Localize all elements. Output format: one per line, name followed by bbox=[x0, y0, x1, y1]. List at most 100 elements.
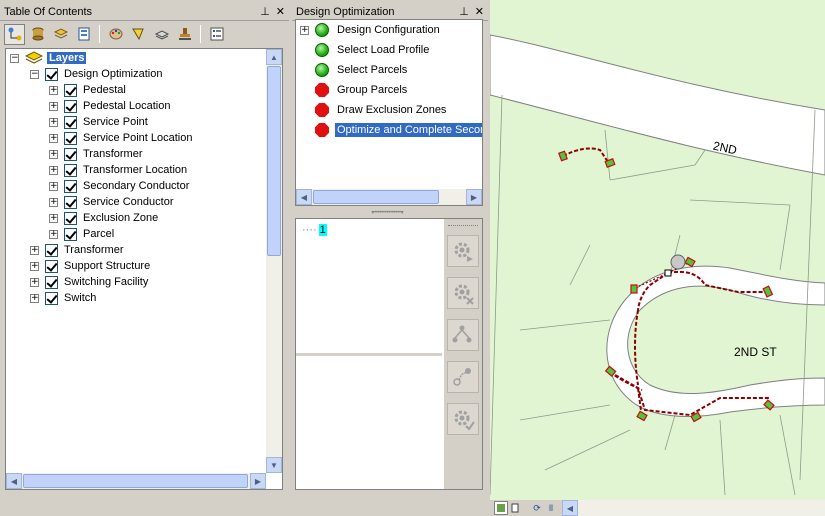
tree-node-group[interactable]: − Design Optimization bbox=[30, 66, 162, 82]
layout-view-button[interactable] bbox=[508, 501, 522, 515]
step-group-parcels[interactable]: Group Parcels bbox=[315, 81, 482, 99]
tree-node-layer[interactable]: + Service Point bbox=[49, 114, 148, 130]
tree-node-layer[interactable]: + Pedestal bbox=[49, 82, 126, 98]
scroll-thumb[interactable] bbox=[313, 190, 439, 204]
visibility-checkbox[interactable] bbox=[45, 243, 58, 257]
visibility-checkbox[interactable] bbox=[64, 163, 77, 177]
visibility-checkbox[interactable] bbox=[64, 195, 77, 209]
expand-toggle[interactable]: + bbox=[49, 229, 58, 239]
visibility-checkbox[interactable] bbox=[45, 291, 58, 305]
tree-node-layer[interactable]: + Exclusion Zone bbox=[49, 210, 158, 226]
step-optimize-and-complete-secondary[interactable]: Optimize and Complete Secondary bbox=[315, 121, 482, 139]
list-by-selection-button[interactable] bbox=[73, 24, 94, 45]
visibility-checkbox[interactable] bbox=[64, 115, 77, 129]
refresh-button[interactable]: ⟳ bbox=[530, 501, 544, 515]
data-view-button[interactable] bbox=[494, 501, 508, 515]
tree-node-layer[interactable]: + Transformer bbox=[30, 242, 124, 258]
visibility-checkbox[interactable] bbox=[64, 227, 77, 241]
tree-node-layer[interactable]: + Switch bbox=[30, 290, 96, 306]
tree-node-layer[interactable]: + Service Point Location bbox=[49, 130, 192, 146]
visibility-checkbox[interactable] bbox=[64, 211, 77, 225]
scroll-right-button[interactable]: ▶ bbox=[466, 189, 482, 205]
expand-toggle[interactable]: + bbox=[300, 25, 309, 35]
close-icon[interactable]: ✕ bbox=[276, 3, 285, 21]
step-label: Group Parcels bbox=[337, 84, 408, 96]
layer-properties-button[interactable] bbox=[151, 24, 172, 45]
list-by-source-button[interactable] bbox=[27, 24, 48, 45]
pause-drawing-button[interactable]: ll bbox=[544, 501, 558, 515]
list-by-visibility-button[interactable] bbox=[50, 24, 71, 45]
expand-toggle[interactable]: + bbox=[49, 213, 58, 223]
expand-toggle[interactable]: + bbox=[30, 293, 39, 303]
visibility-checkbox[interactable] bbox=[45, 67, 58, 81]
pane-divider[interactable] bbox=[296, 353, 442, 356]
tree-node-layer[interactable]: + Transformer bbox=[49, 146, 143, 162]
expand-toggle[interactable]: + bbox=[49, 101, 58, 111]
expand-toggle[interactable]: + bbox=[49, 133, 58, 143]
tree-node-layer[interactable]: + Transformer Location bbox=[49, 162, 187, 178]
scroll-thumb[interactable] bbox=[267, 66, 281, 256]
scroll-left-button[interactable]: ◀ bbox=[296, 189, 312, 205]
expand-toggle[interactable]: + bbox=[30, 245, 39, 255]
collapse-toggle[interactable]: − bbox=[10, 53, 19, 63]
selection-list-icon bbox=[78, 27, 89, 41]
scroll-thumb[interactable] bbox=[23, 474, 248, 488]
collapse-toggle[interactable]: − bbox=[30, 69, 39, 79]
scroll-right-button[interactable]: ▶ bbox=[250, 473, 266, 489]
result-node-label[interactable]: 1 bbox=[318, 224, 327, 236]
scroll-down-button[interactable]: ▼ bbox=[266, 457, 282, 473]
layers-root-label[interactable]: Layers bbox=[47, 52, 87, 64]
visibility-checkbox[interactable] bbox=[64, 83, 77, 97]
visibility-checkbox[interactable] bbox=[64, 179, 77, 193]
visibility-checkbox[interactable] bbox=[45, 275, 58, 289]
options-button[interactable] bbox=[206, 24, 227, 45]
scroll-up-button[interactable]: ▲ bbox=[266, 49, 282, 65]
symbology-button[interactable] bbox=[105, 24, 126, 45]
visibility-checkbox[interactable] bbox=[64, 131, 77, 145]
pin-icon[interactable]: ⊥ bbox=[260, 3, 270, 21]
cancel-optimization-button[interactable] bbox=[447, 277, 479, 309]
map-canvas[interactable]: 2ND 2ND ST bbox=[490, 0, 825, 500]
map-horizontal-scrollbar[interactable]: ◀ bbox=[562, 500, 825, 516]
network-layout-button[interactable] bbox=[447, 319, 479, 351]
stamp-button[interactable] bbox=[174, 24, 195, 45]
tree-node-layer[interactable]: + Support Structure bbox=[30, 258, 150, 274]
step-design-configuration[interactable]: + Design Configuration bbox=[300, 21, 482, 39]
toc-horizontal-scrollbar[interactable]: ◀ ▶ bbox=[6, 473, 266, 489]
transformer-symbol[interactable] bbox=[670, 254, 686, 270]
tree-node-layer[interactable]: + Secondary Conductor bbox=[49, 178, 189, 194]
map-view[interactable]: 2ND 2ND ST bbox=[490, 0, 825, 500]
accept-design-button[interactable] bbox=[447, 403, 479, 435]
tree-node-layer[interactable]: + Service Conductor bbox=[49, 194, 174, 210]
step-select-parcels[interactable]: Select Parcels bbox=[315, 61, 482, 79]
label-button[interactable] bbox=[128, 24, 149, 45]
run-optimization-button[interactable] bbox=[447, 235, 479, 267]
connect-points-button[interactable] bbox=[447, 361, 479, 393]
pedestal-symbol[interactable] bbox=[664, 269, 672, 277]
expand-toggle[interactable]: + bbox=[30, 277, 39, 287]
visibility-checkbox[interactable] bbox=[64, 147, 77, 161]
tree-node-layer[interactable]: + Pedestal Location bbox=[49, 98, 170, 114]
toc-vertical-scrollbar[interactable]: ▲ ▼ bbox=[266, 49, 282, 473]
expand-toggle[interactable]: + bbox=[30, 261, 39, 271]
tree-node-layer[interactable]: + Switching Facility bbox=[30, 274, 148, 290]
steps-horizontal-scrollbar[interactable]: ◀ ▶ bbox=[296, 189, 482, 205]
list-by-drawing-order-button[interactable] bbox=[4, 23, 25, 45]
tree-node-layer[interactable]: + Parcel bbox=[49, 226, 114, 242]
pane-splitter[interactable]: ▾ • • • • • • • • • • • • • • • ▾ bbox=[332, 210, 442, 216]
scroll-left-button[interactable]: ◀ bbox=[562, 500, 578, 516]
visibility-checkbox[interactable] bbox=[45, 259, 58, 273]
expand-toggle[interactable]: + bbox=[49, 85, 58, 95]
scroll-left-button[interactable]: ◀ bbox=[6, 473, 22, 489]
result-tree-node[interactable]: ···· 1 bbox=[302, 224, 327, 236]
expand-toggle[interactable]: + bbox=[49, 197, 58, 207]
step-draw-exclusion-zones[interactable]: Draw Exclusion Zones bbox=[315, 101, 482, 119]
expand-toggle[interactable]: + bbox=[49, 181, 58, 191]
expand-toggle[interactable]: + bbox=[49, 117, 58, 127]
layer-label: Transformer Location bbox=[83, 164, 188, 176]
expand-toggle[interactable]: + bbox=[49, 165, 58, 175]
expand-toggle[interactable]: + bbox=[49, 149, 58, 159]
step-select-load-profile[interactable]: Select Load Profile bbox=[315, 41, 482, 59]
visibility-checkbox[interactable] bbox=[64, 99, 77, 113]
tree-node-layers[interactable]: − Layers bbox=[10, 50, 87, 66]
